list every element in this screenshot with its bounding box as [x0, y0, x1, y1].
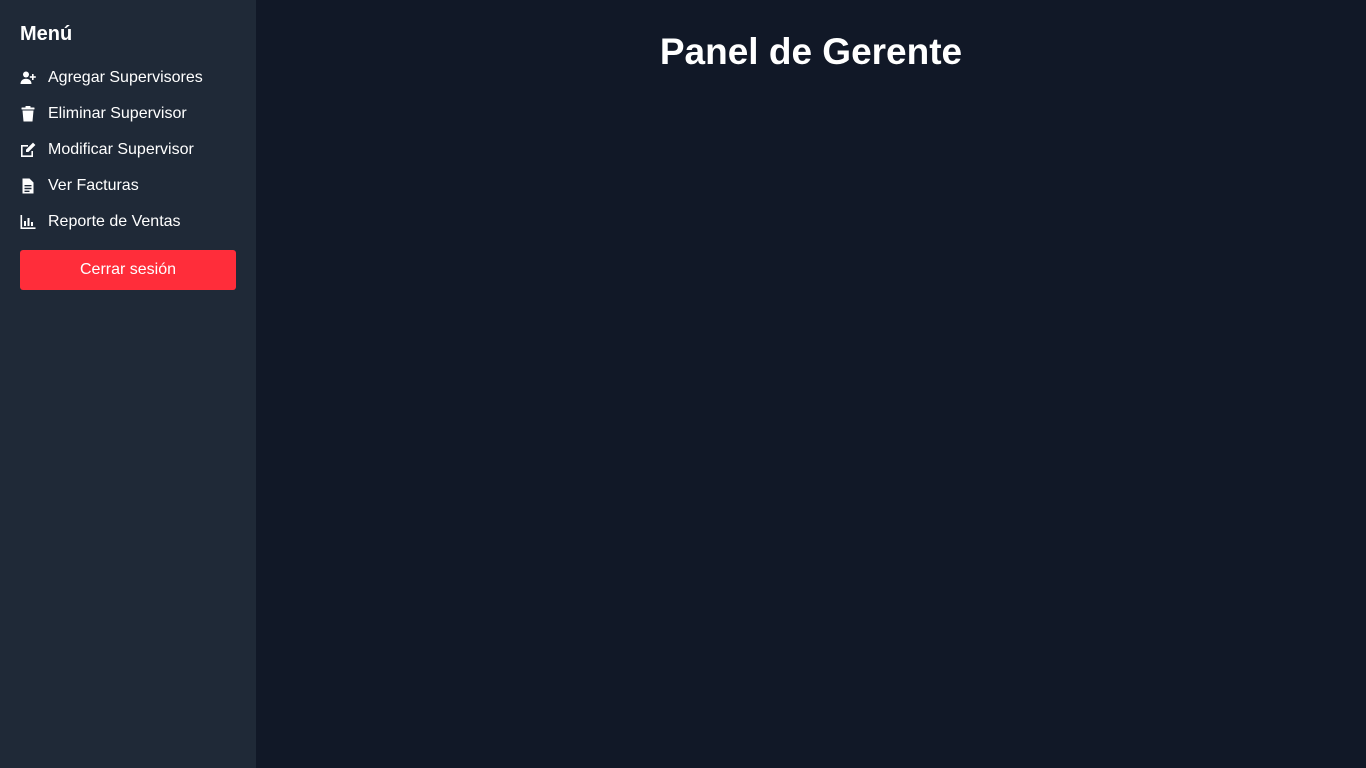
- logout-button[interactable]: Cerrar sesión: [20, 250, 236, 290]
- bar-chart-icon: [20, 214, 36, 230]
- main-content: Panel de Gerente: [256, 0, 1366, 768]
- menu-list: Agregar Supervisores Eliminar Supervisor…: [20, 60, 236, 240]
- sidebar-item-label: Eliminar Supervisor: [48, 105, 187, 122]
- page-title: Panel de Gerente: [659, 31, 963, 72]
- user-plus-icon: [20, 70, 36, 86]
- sidebar-item-label: Modificar Supervisor: [48, 141, 194, 158]
- sidebar-item-ver-facturas[interactable]: Ver Facturas: [20, 168, 236, 204]
- trash-icon: [20, 106, 36, 122]
- sidebar-item-eliminar-supervisor[interactable]: Eliminar Supervisor: [20, 96, 236, 132]
- menu-title: Menú: [20, 23, 73, 45]
- sidebar-item-reporte-de-ventas[interactable]: Reporte de Ventas: [20, 204, 236, 240]
- sidebar-item-label: Ver Facturas: [48, 177, 139, 194]
- sidebar-item-label: Agregar Supervisores: [48, 69, 203, 86]
- app-layout: Menú Agregar Supervisores Eliminar Super…: [0, 0, 1366, 768]
- sidebar: Menú Agregar Supervisores Eliminar Super…: [0, 0, 256, 768]
- file-icon: [20, 178, 36, 194]
- edit-icon: [20, 142, 36, 158]
- sidebar-item-agregar-supervisores[interactable]: Agregar Supervisores: [20, 60, 236, 96]
- sidebar-item-modificar-supervisor[interactable]: Modificar Supervisor: [20, 132, 236, 168]
- sidebar-item-label: Reporte de Ventas: [48, 213, 181, 230]
